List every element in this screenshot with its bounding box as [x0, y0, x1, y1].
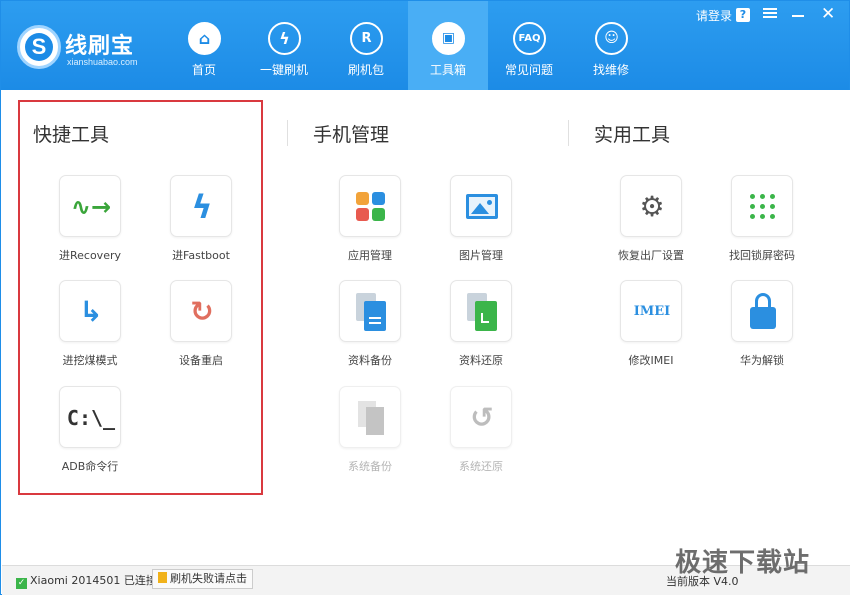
nav-one-click-flash-label: 一键刷机	[259, 63, 308, 77]
pattern-lock-icon	[748, 192, 778, 222]
tool-factory-reset[interactable]: ⚙ 恢复出厂设置	[601, 175, 701, 271]
gears-icon: ⚙	[639, 190, 665, 223]
nav-home-label: 首页	[191, 63, 216, 77]
flash-fail-button[interactable]: 刷机失败请点击	[152, 569, 253, 589]
app-subtitle: xianshuabao.com	[67, 57, 138, 67]
tool-system-backup-label: 系统备份	[348, 460, 392, 473]
device-status: ✓ Xiaomi 2014501 已连接	[16, 572, 157, 589]
tool-modify-imei-label: 修改IMEI	[628, 354, 674, 367]
minimize-icon[interactable]	[792, 15, 804, 17]
app-grid-icon	[356, 192, 386, 222]
toolbox-icon: ▣	[432, 22, 465, 55]
section-divider	[568, 120, 569, 146]
nav-faq[interactable]: FAQ 常见问题	[489, 1, 569, 90]
lightning-icon: ϟ	[268, 22, 301, 55]
nav-toolbox-label: 工具箱	[429, 63, 466, 77]
tool-adb-command-label: ADB命令行	[61, 460, 119, 473]
header-bar: S 线刷宝 xianshuabao.com ⌂ 首页 ϟ 一键刷机 R 刷机包 …	[1, 1, 849, 90]
unlock-padlock-icon	[750, 293, 776, 329]
tool-recovery-label: 进Recovery	[58, 249, 121, 262]
tool-huawei-unlock-label: 华为解锁	[740, 354, 784, 367]
tool-system-backup: 系统备份	[320, 386, 420, 482]
nav-toolbox[interactable]: ▣ 工具箱	[408, 1, 488, 90]
tool-system-restore-label: 系统还原	[459, 460, 503, 473]
nav-home[interactable]: ⌂ 首页	[164, 1, 244, 90]
section-title-phone-management: 手机管理	[313, 124, 390, 146]
imei-pen-icon: IMEI	[633, 304, 671, 319]
nav-rom-package[interactable]: R 刷机包	[326, 1, 406, 90]
restore-document-icon	[467, 293, 499, 331]
section-divider	[287, 120, 288, 146]
tool-edl-mode[interactable]: ↳ 进挖煤模式	[40, 280, 140, 376]
nav-faq-label: 常见问题	[504, 63, 553, 77]
warning-icon	[158, 572, 167, 583]
login-link[interactable]: 请登录	[696, 7, 732, 24]
image-icon	[466, 194, 498, 219]
tool-fastboot-label: 进Fastboot	[172, 249, 230, 262]
tool-adb-command[interactable]: C:\_ ADB命令行	[40, 386, 140, 482]
app-logo: S 线刷宝 xianshuabao.com	[17, 25, 157, 73]
tool-image-management[interactable]: 图片管理	[431, 175, 531, 271]
faq-icon: FAQ	[513, 22, 546, 55]
nav-repair-label: 找维修	[592, 63, 629, 77]
tool-app-management[interactable]: 应用管理	[320, 175, 420, 271]
nav-one-click-flash[interactable]: ϟ 一键刷机	[244, 1, 324, 90]
tool-factory-reset-label: 恢复出厂设置	[618, 249, 684, 262]
history-icon: ↺	[470, 401, 494, 434]
device-status-text: Xiaomi 2014501 已连接	[30, 574, 157, 587]
section-title-quick-tools: 快捷工具	[33, 124, 110, 146]
tool-data-restore[interactable]: 资料还原	[431, 280, 531, 376]
tool-data-backup-label: 资料备份	[348, 354, 392, 367]
tool-recovery[interactable]: ∿→ 进Recovery	[40, 175, 140, 271]
section-title-utility-tools: 实用工具	[594, 124, 671, 146]
app-title: 线刷宝	[65, 34, 135, 59]
terminal-icon: C:\_	[66, 406, 116, 430]
repair-person-icon: ☺	[595, 22, 628, 55]
help-icon[interactable]: ?	[736, 8, 750, 22]
tool-reboot[interactable]: ↻ 设备重启	[151, 280, 251, 376]
tool-recover-lock-pattern-label: 找回锁屏密码	[729, 249, 795, 262]
tool-huawei-unlock[interactable]: 华为解锁	[712, 280, 812, 376]
tool-app-management-label: 应用管理	[348, 249, 392, 262]
app-window: S 线刷宝 xianshuabao.com ⌂ 首页 ϟ 一键刷机 R 刷机包 …	[0, 0, 850, 595]
home-icon: ⌂	[188, 22, 221, 55]
logo-mark-icon: S	[17, 25, 61, 69]
tool-recover-lock-pattern[interactable]: 找回锁屏密码	[712, 175, 812, 271]
reboot-icon: ↻	[190, 295, 214, 328]
rom-package-icon: R	[350, 22, 383, 55]
tool-data-restore-label: 资料还原	[459, 354, 503, 367]
backup-document-icon	[356, 293, 388, 331]
watermark: 极速下载站	[675, 548, 811, 578]
flash-fail-label: 刷机失败请点击	[170, 572, 247, 585]
tool-edl-mode-label: 进挖煤模式	[62, 354, 118, 367]
system-backup-icon	[358, 401, 386, 435]
toolbox-content: 快捷工具 手机管理 实用工具 ∿→ 进Recovery ϟ 进Fastboot …	[2, 90, 850, 565]
menu-icon[interactable]	[763, 6, 777, 20]
close-icon[interactable]: ✕	[821, 4, 835, 24]
recovery-wave-icon: ∿→	[70, 193, 112, 221]
tool-data-backup[interactable]: 资料备份	[320, 280, 420, 376]
edl-arrow-icon: ↳	[79, 295, 103, 328]
nav-rom-package-label: 刷机包	[347, 63, 384, 77]
nav-repair[interactable]: ☺ 找维修	[571, 1, 651, 90]
tool-image-management-label: 图片管理	[459, 249, 503, 262]
tool-modify-imei[interactable]: IMEI 修改IMEI	[601, 280, 701, 376]
lightning-icon: ϟ	[191, 188, 213, 226]
tool-reboot-label: 设备重启	[179, 354, 223, 367]
tool-fastboot[interactable]: ϟ 进Fastboot	[151, 175, 251, 271]
tool-system-restore: ↺ 系统还原	[431, 386, 531, 482]
check-icon: ✓	[16, 578, 27, 589]
